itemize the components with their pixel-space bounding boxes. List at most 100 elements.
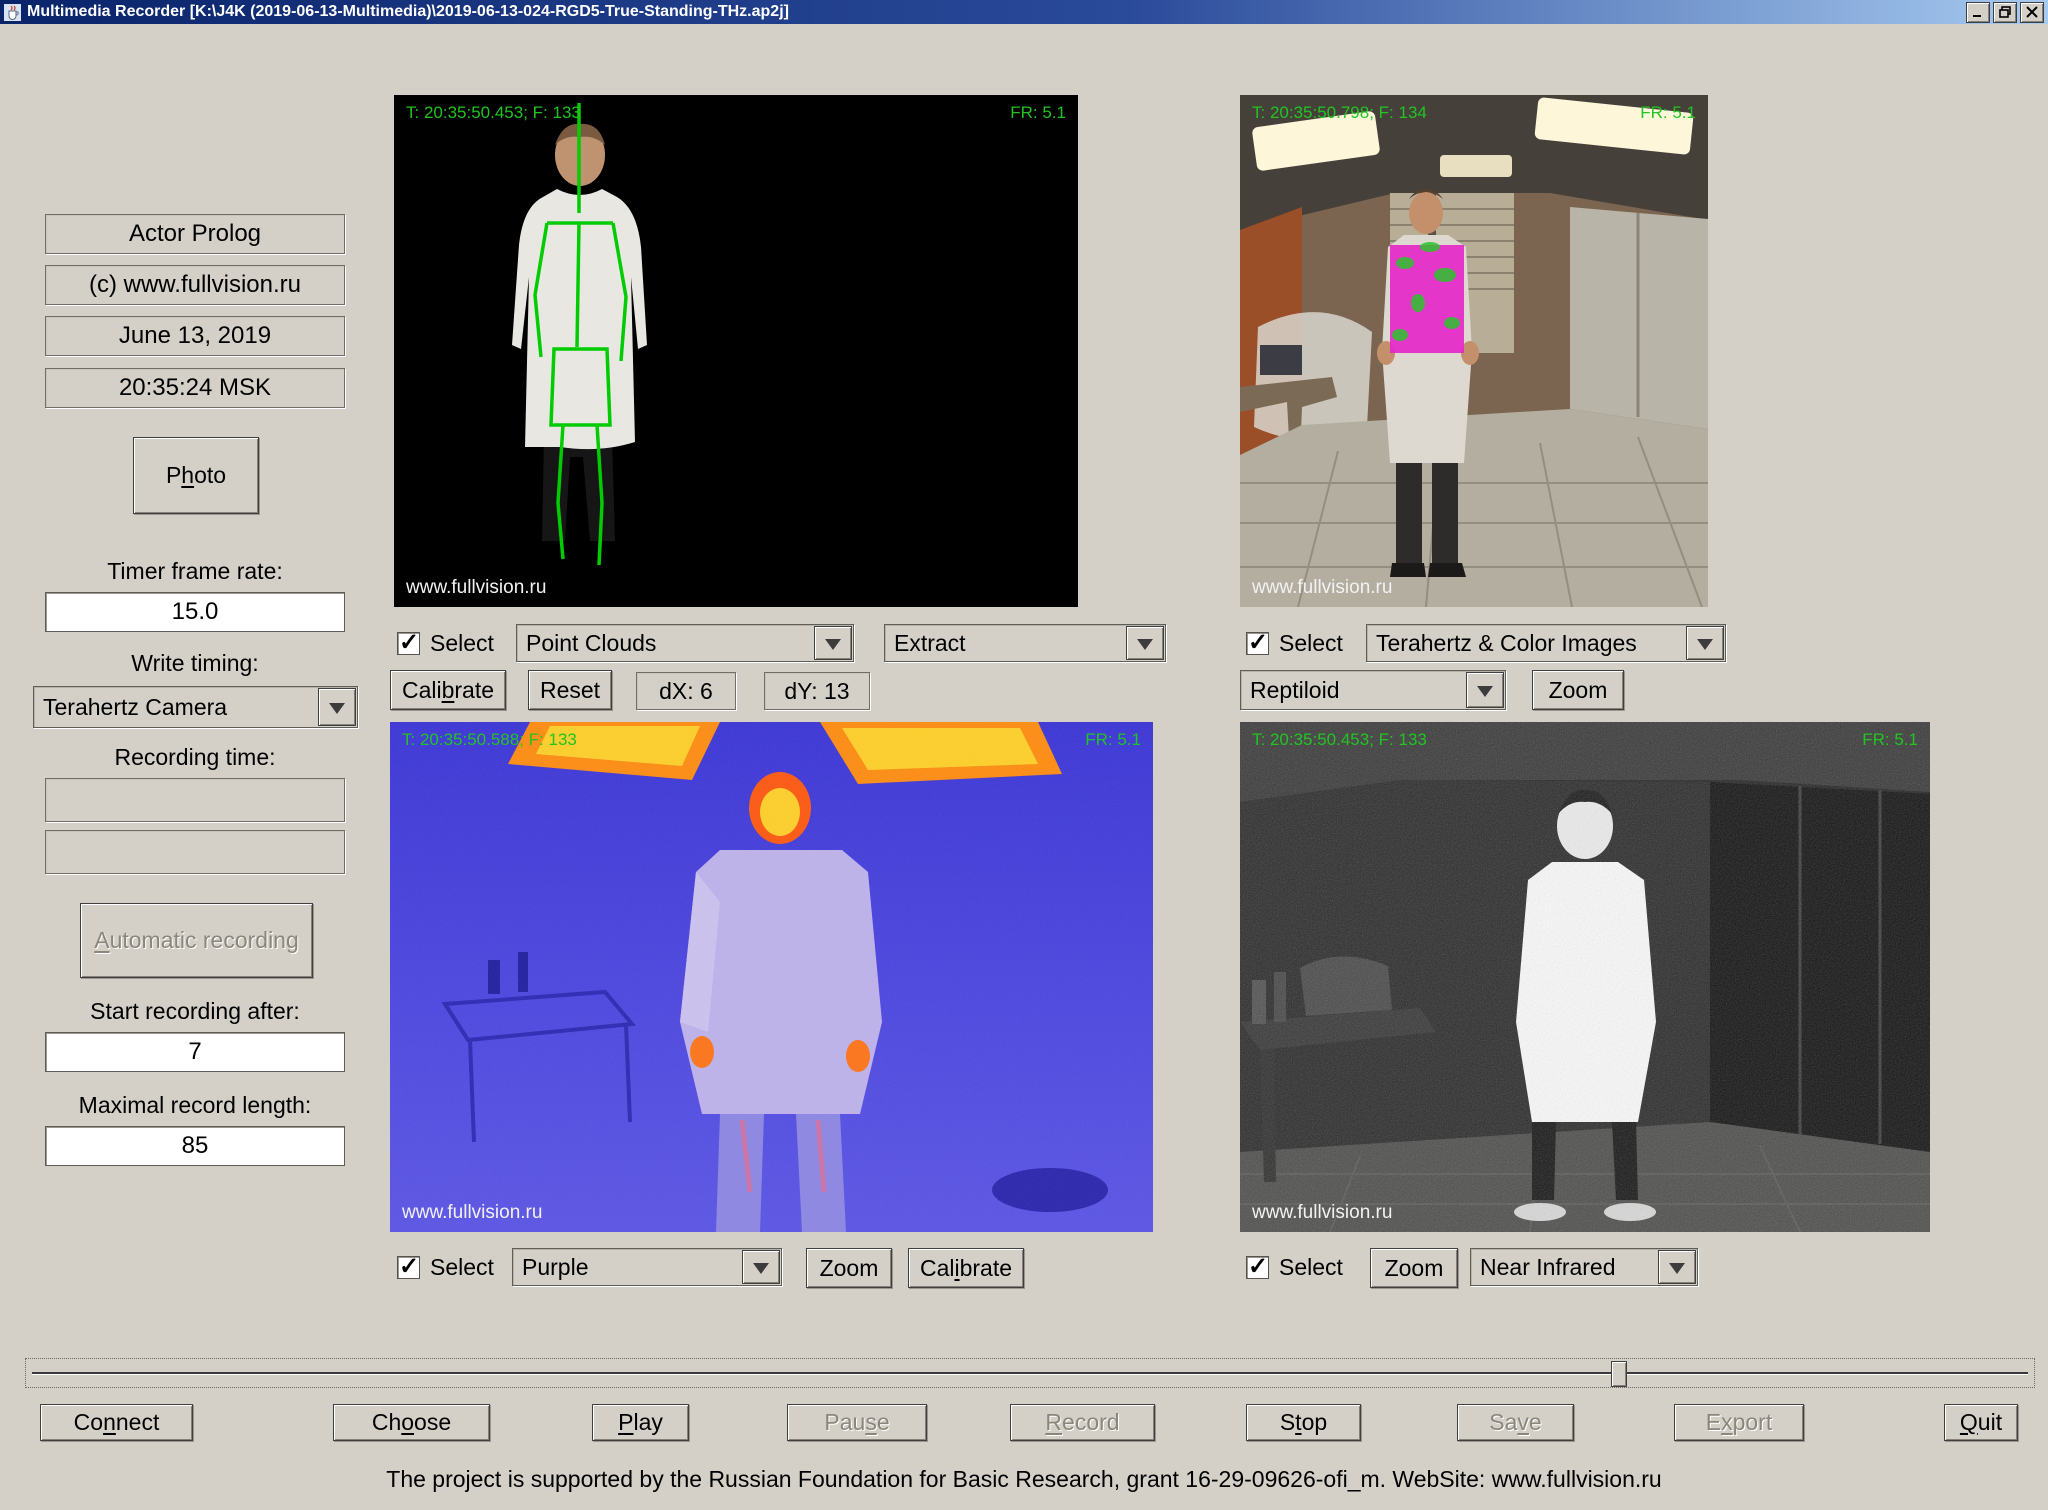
- skeleton-select: Select: [397, 628, 494, 657]
- seek-slider[interactable]: [25, 1358, 2035, 1388]
- color-select: Select: [1246, 628, 1343, 657]
- video-framerate: FR: 5.1: [1862, 730, 1918, 749]
- save-button[interactable]: Sa v e: [1457, 1404, 1574, 1441]
- video-framerate: FR: 5.1: [1640, 103, 1696, 122]
- restore-icon: [1999, 6, 2011, 18]
- thermal-select-checkbox[interactable]: [397, 1252, 420, 1281]
- close-button[interactable]: [2020, 1, 2044, 23]
- video-timestamp: T: 20:35:50.453; F: 133: [406, 103, 581, 122]
- record-button[interactable]: Record: [1010, 1404, 1155, 1441]
- slider-thumb[interactable]: [1611, 1361, 1627, 1387]
- minimize-button[interactable]: [1966, 1, 1990, 23]
- infrared-mode-value: Near Infrared: [1480, 1253, 1616, 1280]
- minimize-icon: [1973, 15, 1981, 17]
- footer-grant-text: The project is supported by the Russian …: [386, 1466, 1662, 1492]
- video-watermark: www.fullvision.ru: [1252, 1202, 1393, 1223]
- chevron-down-icon[interactable]: [1466, 672, 1504, 708]
- video-timestamp: T: 20:35:50.798; F: 134: [1252, 103, 1427, 122]
- color-zoom-button[interactable]: Zoom: [1532, 670, 1624, 710]
- video-watermark: www.fullvision.ru: [402, 1202, 543, 1223]
- window-title: Multimedia Recorder [K:\J4K (2019-06-13-…: [27, 3, 789, 20]
- export-button[interactable]: Ex port: [1674, 1404, 1804, 1441]
- video-thermal-view: T: 20:35:50.588; F: 133 FR: 5.1 www.full…: [390, 722, 1153, 1232]
- video-timestamp: T: 20:35:50.453; F: 133: [1252, 730, 1427, 749]
- color-select-checkbox[interactable]: [1246, 628, 1269, 657]
- skeleton-extract-dropdown[interactable]: Extract: [884, 624, 1166, 662]
- video-watermark: www.fullvision.ru: [406, 577, 547, 598]
- infrared-select: Select: [1246, 1252, 1343, 1281]
- photo-button[interactable]: Ph oto: [133, 437, 259, 514]
- skeleton-select-checkbox[interactable]: [397, 628, 420, 657]
- thermal-mode-dropdown[interactable]: Purple: [512, 1248, 782, 1286]
- maximal-record-length-input[interactable]: 85: [45, 1126, 345, 1166]
- app-name-box: Actor Prolog: [45, 214, 345, 254]
- infrared-select-label: Select: [1279, 1254, 1343, 1280]
- color-style-dropdown[interactable]: Reptiloid: [1240, 670, 1506, 710]
- skeleton-reset-button[interactable]: Reset: [528, 670, 612, 710]
- recording-time-field-1: [45, 778, 345, 822]
- pause-button[interactable]: Pau s e: [787, 1404, 927, 1441]
- skeleton-mode-value: Point Clouds: [526, 629, 657, 656]
- skeleton-mode-dropdown[interactable]: Point Clouds: [516, 624, 854, 662]
- thermal-calibrate-button[interactable]: Cal i brate: [908, 1248, 1024, 1288]
- start-recording-after-label: Start recording after:: [90, 998, 300, 1024]
- chevron-down-icon[interactable]: [814, 626, 852, 660]
- video-framerate: FR: 5.1: [1085, 730, 1141, 749]
- quit-button[interactable]: Quit: [1944, 1404, 2018, 1441]
- play-button[interactable]: Play: [592, 1404, 689, 1441]
- java-app-icon: [4, 3, 21, 21]
- thermal-scene: [390, 722, 1153, 1232]
- chevron-down-icon[interactable]: [742, 1250, 780, 1284]
- write-timing-value: Terahertz Camera: [43, 693, 228, 720]
- skeleton-select-label: Select: [430, 630, 494, 656]
- infrared-mode-dropdown[interactable]: Near Infrared: [1470, 1248, 1698, 1286]
- recording-time-field-2: [45, 830, 345, 874]
- choose-button[interactable]: Ch o ose: [333, 1404, 490, 1441]
- skeleton-scene: [394, 95, 1078, 607]
- write-timing-label: Write timing:: [131, 650, 259, 676]
- date-box: June 13, 2019: [45, 316, 345, 356]
- skeleton-calibrate-button[interactable]: Cali b rate: [390, 670, 506, 710]
- clock-box: 20:35:24 MSK: [45, 368, 345, 408]
- close-icon: [2026, 6, 2038, 18]
- dx-value-box: dX: 6: [636, 672, 736, 710]
- timer-frame-rate-input[interactable]: 15.0: [45, 592, 345, 632]
- write-timing-dropdown[interactable]: Terahertz Camera: [33, 686, 358, 728]
- restore-button[interactable]: [1993, 1, 2017, 23]
- chevron-down-icon[interactable]: [1658, 1250, 1696, 1284]
- slider-track[interactable]: [32, 1372, 2028, 1375]
- chevron-down-icon[interactable]: [1686, 626, 1724, 660]
- stop-button[interactable]: St op: [1246, 1404, 1361, 1441]
- video-framerate: FR: 5.1: [1010, 103, 1066, 122]
- copyright-box: (c) www.fullvision.ru: [45, 265, 345, 305]
- color-select-label: Select: [1279, 630, 1343, 656]
- window-controls: [1966, 1, 2044, 23]
- color-mode-value: Terahertz & Color Images: [1376, 629, 1637, 656]
- titlebar[interactable]: Multimedia Recorder [K:\J4K (2019-06-13-…: [0, 0, 2048, 24]
- color-mode-dropdown[interactable]: Terahertz & Color Images: [1366, 624, 1726, 662]
- connect-button[interactable]: Co n nect: [40, 1404, 193, 1441]
- chevron-down-icon[interactable]: [318, 688, 356, 726]
- infrared-select-checkbox[interactable]: [1246, 1252, 1269, 1281]
- dy-value-box: dY: 13: [764, 672, 870, 710]
- video-watermark: www.fullvision.ru: [1252, 577, 1393, 598]
- recording-time-label: Recording time:: [114, 744, 276, 770]
- skeleton-extract-value: Extract: [894, 629, 966, 656]
- video-timestamp: T: 20:35:50.588; F: 133: [402, 730, 577, 749]
- thermal-zoom-button[interactable]: Zoom: [806, 1248, 892, 1288]
- chevron-down-icon[interactable]: [1126, 626, 1164, 660]
- multimedia-recorder-window: { "titlebar": { "title": "Multimedia Rec…: [0, 0, 2048, 1510]
- timer-frame-rate-label: Timer frame rate:: [107, 558, 283, 584]
- start-recording-after-input[interactable]: 7: [45, 1032, 345, 1072]
- infrared-zoom-button[interactable]: Zoom: [1370, 1248, 1458, 1288]
- automatic-recording-button[interactable]: Automatic recording: [80, 903, 313, 978]
- infrared-scene: [1240, 722, 1930, 1232]
- thermal-select-label: Select: [430, 1254, 494, 1280]
- thermal-select: Select: [397, 1252, 494, 1281]
- video-skeleton-view: T: 20:35:50.453; F: 133 FR: 5.1 www.full…: [394, 95, 1078, 607]
- thermal-mode-value: Purple: [522, 1253, 589, 1280]
- maximal-record-length-label: Maximal record length:: [78, 1092, 312, 1118]
- video-color-view: T: 20:35:50.798; F: 134 FR: 5.1 www.full…: [1240, 95, 1708, 607]
- color-room-scene: [1240, 95, 1708, 607]
- color-style-value: Reptiloid: [1250, 676, 1340, 703]
